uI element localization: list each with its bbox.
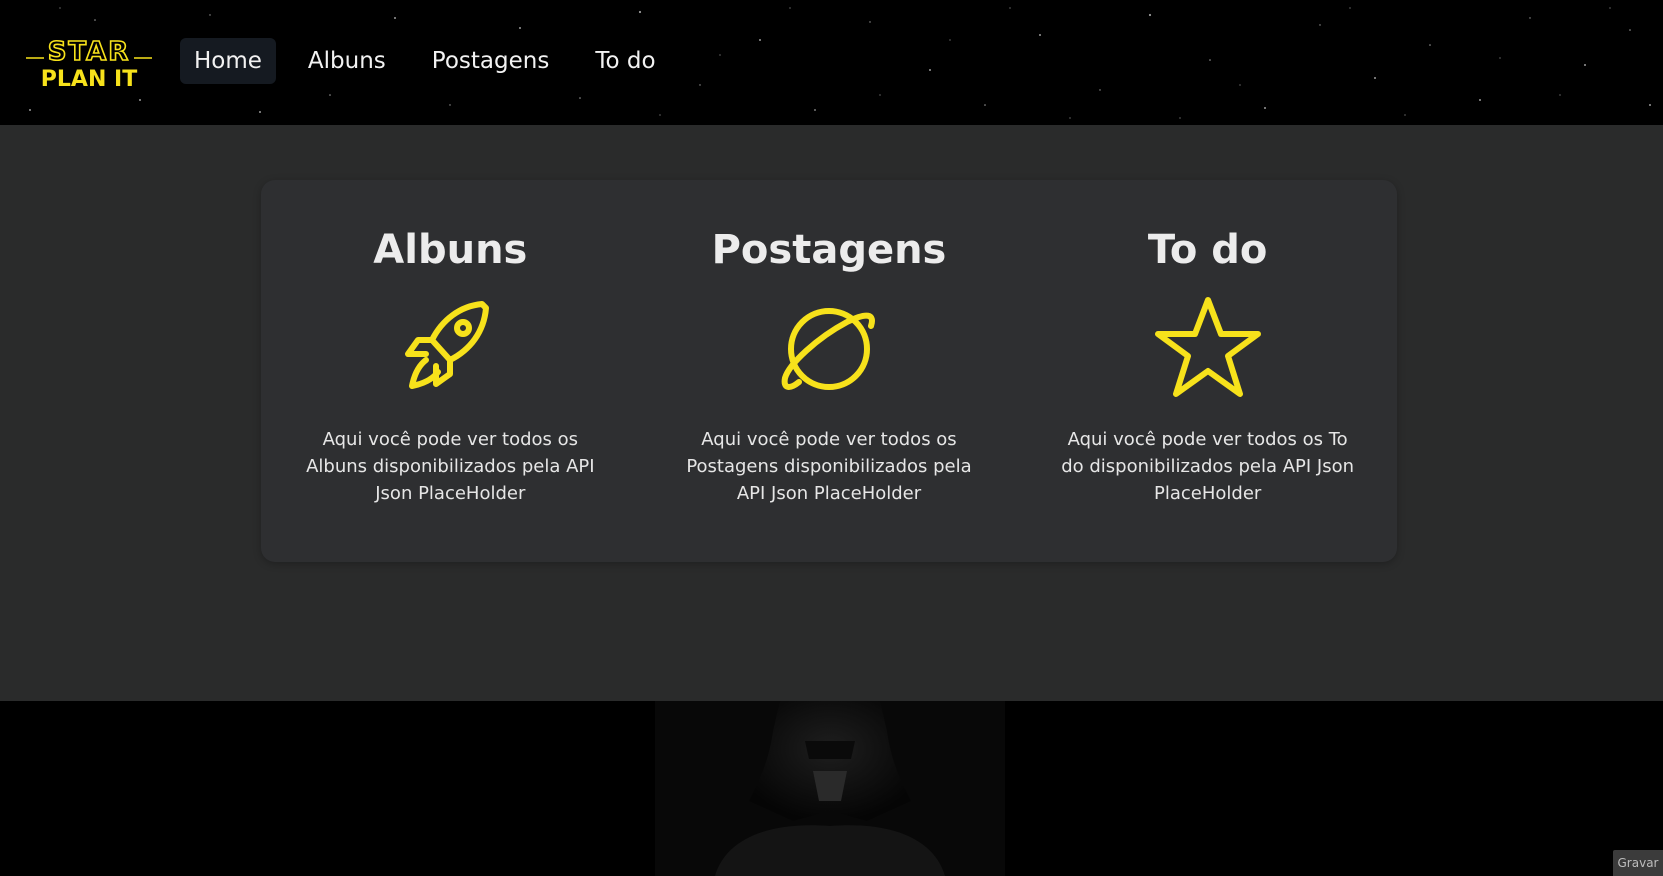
top-navbar: STAR PLAN IT Home Albuns Postagens To do xyxy=(0,0,1663,125)
feature-description: Aqui você pode ver todos os Albuns dispo… xyxy=(306,429,595,504)
logo-line-plan-it: PLAN IT xyxy=(41,67,137,90)
record-button[interactable]: Gravar xyxy=(1613,850,1663,876)
feature-postagens[interactable]: Postagens Aqui você pode ver todos os Po… xyxy=(674,180,984,562)
feature-albuns[interactable]: Albuns Aqui você pode ver todos os Albun… xyxy=(295,180,605,562)
main-content: Albuns Aqui você pode ver todos os Albun… xyxy=(0,125,1663,701)
logo-line-star: STAR xyxy=(48,37,131,67)
nav-link-albuns[interactable]: Albuns xyxy=(294,38,400,84)
nav-link-todo[interactable]: To do xyxy=(581,38,669,84)
features-card: Albuns Aqui você pode ver todos os Albun… xyxy=(261,180,1397,562)
feature-title: To do xyxy=(1147,227,1268,273)
darth-vader-image xyxy=(655,701,1005,876)
planet-icon xyxy=(781,308,875,390)
feature-todo[interactable]: To do Aqui você pode ver todos os To do … xyxy=(1053,180,1363,562)
star-plan-it-logo[interactable]: STAR PLAN IT xyxy=(24,36,154,90)
main-nav: Home Albuns Postagens To do xyxy=(180,36,688,86)
feature-description: Aqui você pode ver todos os To do dispon… xyxy=(1061,429,1355,504)
feature-title: Albuns xyxy=(373,227,528,273)
rocket-icon xyxy=(405,301,490,389)
footer: Gravar xyxy=(0,701,1663,876)
feature-description: Aqui você pode ver todos os Postagens di… xyxy=(686,429,972,504)
nav-link-postagens[interactable]: Postagens xyxy=(418,38,564,84)
nav-link-home[interactable]: Home xyxy=(180,38,276,84)
feature-title: Postagens xyxy=(711,227,947,273)
star-icon xyxy=(1154,297,1261,397)
